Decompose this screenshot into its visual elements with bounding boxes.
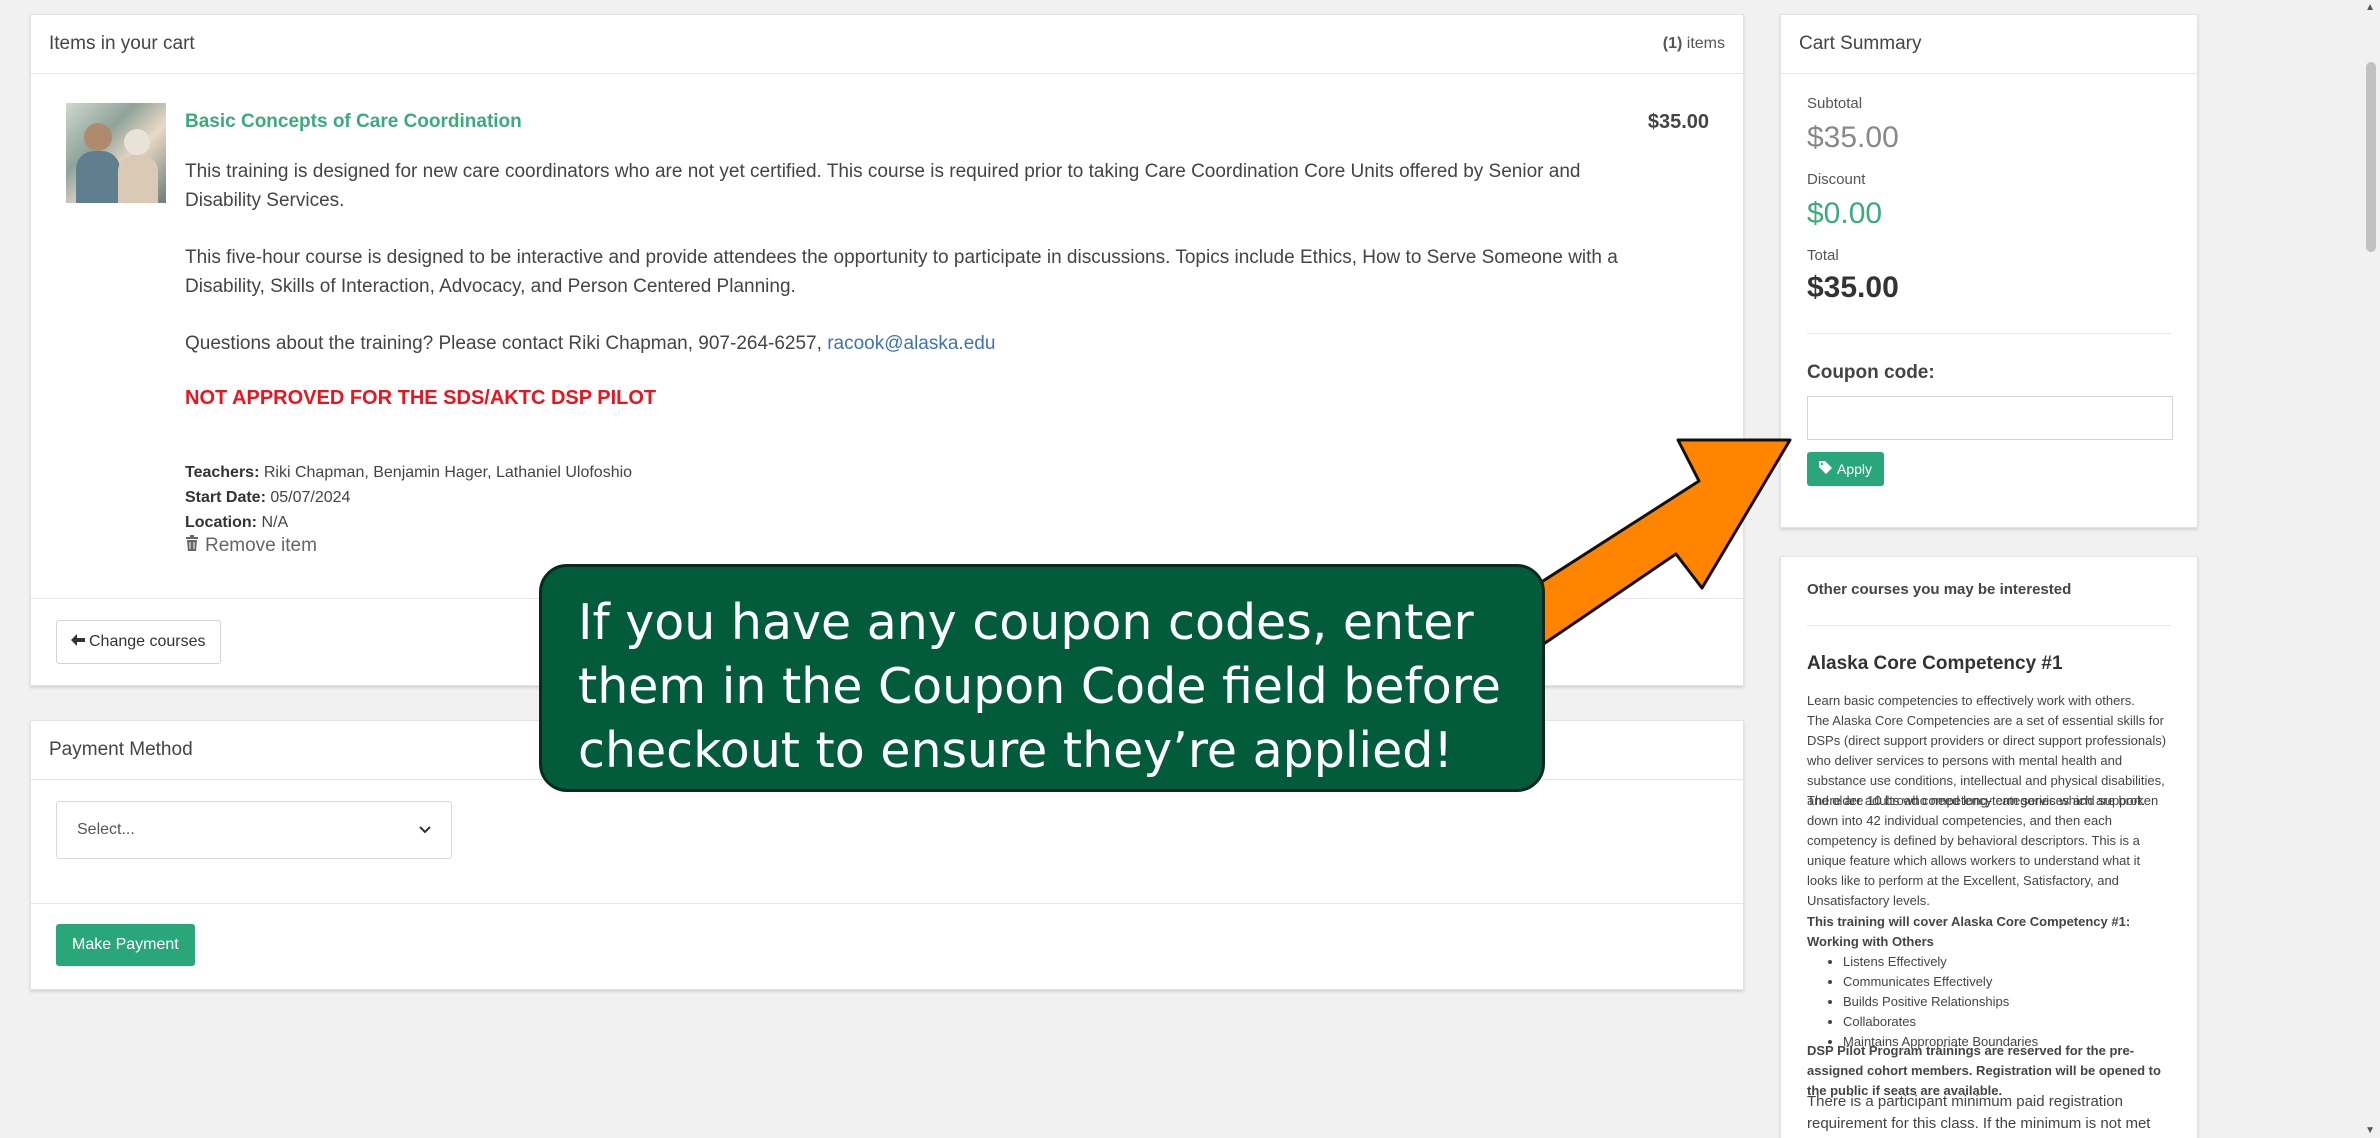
divider bbox=[31, 903, 1743, 904]
cart-title: Items in your cart bbox=[49, 33, 195, 54]
coupon-code-label: Coupon code: bbox=[1807, 362, 1935, 383]
course-start-date: Start Date: 05/07/2024 bbox=[185, 489, 351, 506]
scroll-down-icon[interactable]: ▼ bbox=[2365, 1125, 2375, 1136]
apply-label: Apply bbox=[1837, 461, 1873, 477]
other-course-para-2: There are 10 broad competency categories… bbox=[1807, 793, 2159, 908]
course-thumbnail bbox=[66, 103, 166, 203]
course-title-link[interactable]: Basic Concepts of Care Coordination bbox=[185, 111, 522, 133]
not-approved-notice: NOT APPROVED FOR THE SDS/AKTC DSP PILOT bbox=[185, 387, 657, 409]
minimum-note: There is a participant minimum paid regi… bbox=[1807, 1093, 2151, 1138]
list-item: Listens Effectively bbox=[1843, 952, 2169, 972]
coupon-code-input[interactable] bbox=[1807, 396, 2173, 440]
other-courses-panel: Other courses you may be interested Alas… bbox=[1780, 556, 2198, 1138]
make-payment-button[interactable]: Make Payment bbox=[56, 924, 195, 966]
payment-method-value: Select... bbox=[77, 821, 135, 838]
course-teachers: Teachers: Riki Chapman, Benjamin Hager, … bbox=[185, 464, 633, 481]
page-scrollbar[interactable]: ▲ ▼ bbox=[2362, 0, 2380, 1138]
summary-header: Cart Summary bbox=[1781, 15, 2197, 74]
discount-label: Discount bbox=[1807, 171, 1866, 188]
contact-email-link[interactable]: racook@alaska.edu bbox=[827, 333, 995, 354]
cart-header: Items in your cart (1) items bbox=[31, 15, 1743, 74]
course-description-2: This five-hour course is designed to be … bbox=[185, 247, 1618, 297]
total-value: $35.00 bbox=[1807, 271, 1899, 304]
change-courses-label: Change courses bbox=[89, 633, 206, 650]
other-course-title[interactable]: Alaska Core Competency #1 bbox=[1807, 653, 2063, 675]
trash-icon bbox=[185, 535, 199, 557]
cart-item-count: (1) items bbox=[1662, 35, 1725, 52]
list-item: Communicates Effectively bbox=[1843, 972, 2169, 992]
course-location: Location: N/A bbox=[185, 514, 289, 531]
course-description-1: This training is designed for new care c… bbox=[185, 161, 1581, 211]
scroll-up-icon[interactable]: ▲ bbox=[2365, 2, 2375, 13]
other-course-intro: Learn basic competencies to effectively … bbox=[1807, 693, 2135, 708]
cart-summary-panel: Cart Summary Subtotal $35.00 Discount $0… bbox=[1780, 14, 2198, 528]
discount-value: $0.00 bbox=[1807, 197, 1883, 230]
course-price: $35.00 bbox=[1647, 111, 1709, 133]
list-item: Collaborates bbox=[1843, 1012, 2169, 1032]
payment-title: Payment Method bbox=[49, 739, 193, 760]
list-item: Builds Positive Relationships bbox=[1843, 992, 2169, 1012]
course-contact: Questions about the training? Please con… bbox=[185, 333, 996, 354]
divider bbox=[1807, 625, 2171, 626]
tag-icon bbox=[1819, 461, 1832, 477]
chevron-down-icon bbox=[419, 821, 431, 839]
subtotal-label: Subtotal bbox=[1807, 95, 1863, 112]
remove-item-label: Remove item bbox=[205, 535, 317, 556]
other-courses-header: Other courses you may be interested bbox=[1807, 581, 2072, 598]
change-courses-button[interactable]: Change courses bbox=[56, 620, 221, 664]
scrollbar-thumb[interactable] bbox=[2366, 62, 2376, 252]
divider bbox=[1807, 333, 2171, 334]
coupon-tip-callout: If you have any coupon codes, enter them… bbox=[539, 564, 1545, 792]
summary-title: Cart Summary bbox=[1799, 33, 1922, 54]
competency-list: This training will cover Alaska Core Com… bbox=[1807, 912, 2169, 1052]
total-label: Total bbox=[1807, 247, 1839, 264]
arrow-left-icon bbox=[71, 633, 85, 651]
subtotal-value: $35.00 bbox=[1807, 121, 1899, 154]
remove-item-button[interactable]: Remove item bbox=[185, 535, 317, 557]
payment-method-select[interactable]: Select... bbox=[56, 801, 452, 859]
competency-list-heading: This training will cover Alaska Core Com… bbox=[1807, 914, 2131, 949]
